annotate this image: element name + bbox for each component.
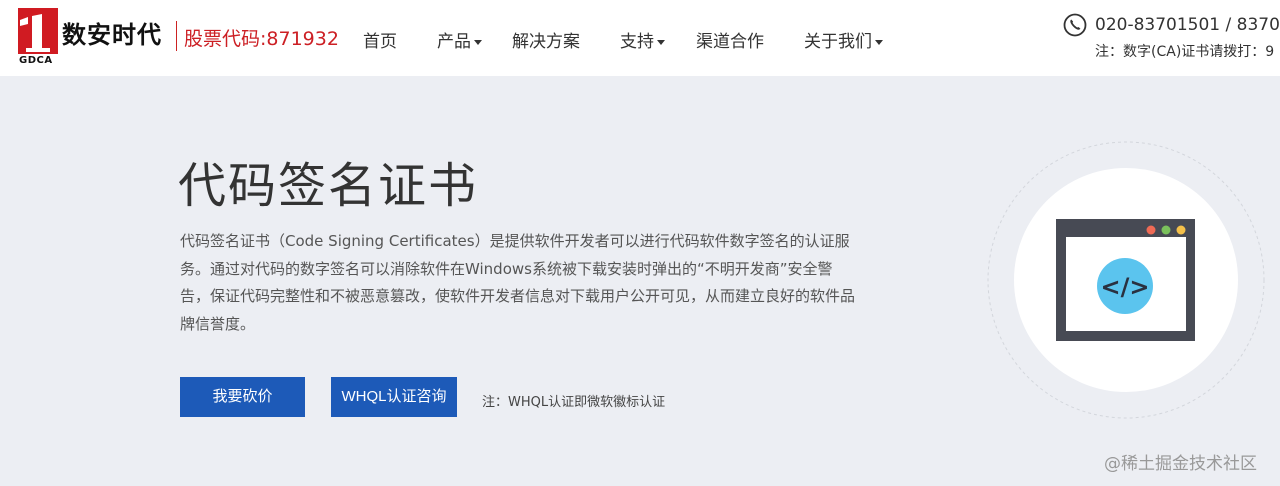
watermark: @稀土掘金技术社区 [1104,454,1257,474]
nav-support[interactable]: 支持 [620,27,665,52]
company-logo[interactable]: 数安时代 GDCA [18,8,168,68]
product-description: 代码签名证书（Code Signing Certificates）是提供软件开发… [180,232,856,333]
code-window-illustration: </> [987,141,1265,419]
nav-about-label: 关于我们 [804,32,872,52]
bargain-button[interactable]: 我要砍价 [180,377,305,417]
nav-solutions[interactable]: 解决方案 [512,27,580,52]
nav-home[interactable]: 首页 [363,27,397,52]
logo-mark-icon [18,8,58,54]
whql-note: 注：WHQL认证即微软徽标认证 [482,395,666,410]
nav-channel-label: 渠道合作 [696,32,764,52]
phone-icon [1063,13,1087,37]
nav-products-label: 产品 [437,32,471,52]
nav-channel[interactable]: 渠道合作 [696,27,764,52]
nav-home-label: 首页 [363,32,397,52]
stock-code: 股票代码:871932 [184,28,339,50]
nav-support-label: 支持 [620,32,654,52]
page-title: 代码签名证书 [178,158,479,214]
chevron-down-icon [657,39,665,45]
hotline-note: 注：数字(CA)证书请拨打：9 [1095,44,1275,60]
chevron-down-icon [474,39,482,45]
nav-products[interactable]: 产品 [437,27,482,52]
chevron-down-icon [875,39,883,45]
brand-abbrev: GDCA [19,55,53,66]
brand-name: 数安时代 [62,21,162,49]
code-brackets-icon: </> [1101,273,1150,301]
whql-consult-button[interactable]: WHQL认证咨询 [331,377,457,417]
nav-solutions-label: 解决方案 [512,32,580,52]
hotline-number: 020-83701501 / 83701 [1095,15,1280,35]
site-header: 数安时代 GDCA 股票代码:871932 首页 产品 解决方案 支持 渠道合作… [0,0,1280,76]
logo-divider [176,21,177,51]
nav-about[interactable]: 关于我们 [804,27,883,52]
